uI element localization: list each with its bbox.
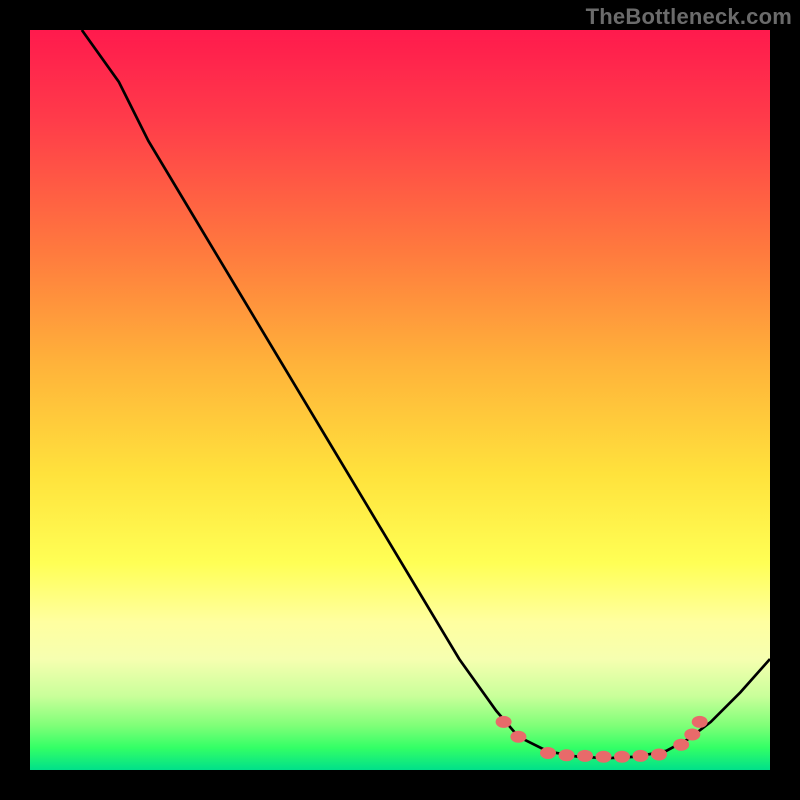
data-dot (673, 739, 689, 751)
curve-layer (30, 30, 770, 770)
watermark-text: TheBottleneck.com (586, 4, 792, 30)
data-dot (692, 716, 708, 728)
data-dot (684, 729, 700, 741)
data-dot (614, 751, 630, 763)
main-curve (82, 30, 770, 758)
chart-frame: TheBottleneck.com (0, 0, 800, 800)
dot-cluster (496, 716, 708, 763)
data-dot (596, 751, 612, 763)
data-dot (540, 747, 556, 759)
data-dot (577, 750, 593, 762)
data-dot (510, 731, 526, 743)
plot-area (30, 30, 770, 770)
data-dot (496, 716, 512, 728)
data-dot (651, 749, 667, 761)
data-dot (559, 749, 575, 761)
data-dot (633, 750, 649, 762)
